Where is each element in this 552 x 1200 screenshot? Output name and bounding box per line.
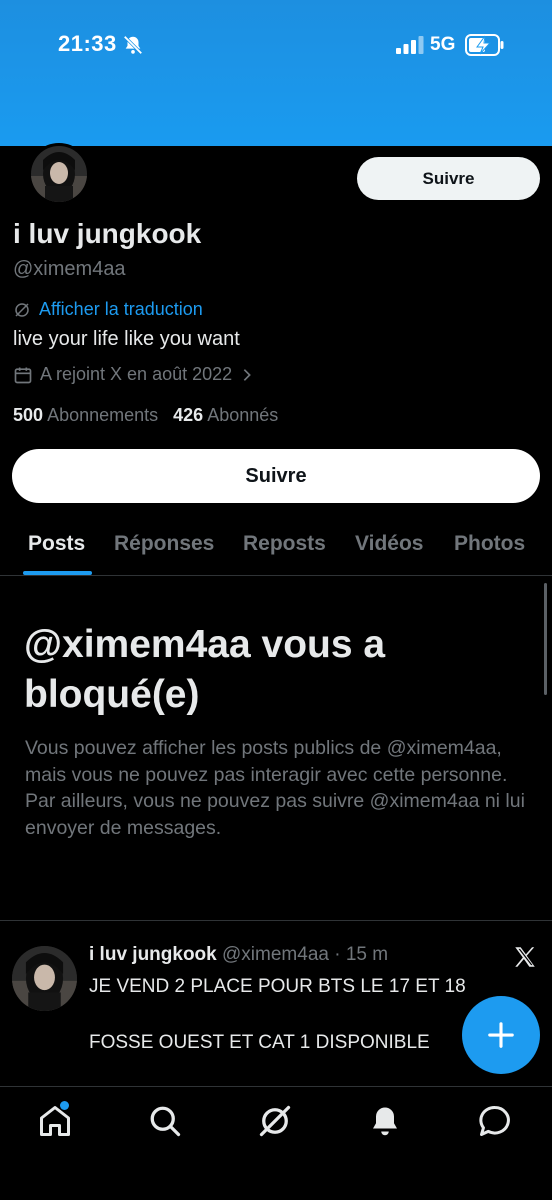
profile-tabs: Posts Réponses Reposts Vidéos Photos	[0, 520, 552, 576]
tab-photos[interactable]: Photos	[454, 532, 525, 556]
profile-handle: @ximem4aa	[13, 258, 126, 280]
x-logo-icon	[515, 947, 535, 967]
blocked-title: @ximem4aa vous a bloqué(e)	[24, 623, 386, 716]
following-stat[interactable]: 500 Abonnements	[13, 405, 158, 426]
joined-date[interactable]: A rejoint X en août 2022	[13, 364, 255, 385]
bottom-navigation	[0, 1086, 552, 1200]
post-avatar[interactable]	[12, 946, 77, 1011]
profile-display-name: i luv jungkook	[13, 218, 202, 249]
signal-icon	[396, 36, 424, 54]
messages-icon	[479, 1106, 510, 1136]
nav-search[interactable]	[147, 1103, 183, 1139]
nav-grok[interactable]	[257, 1103, 293, 1139]
post-header: i luv jungkook @ximem4aa · 15 m	[89, 944, 388, 966]
tab-videos[interactable]: Vidéos	[355, 532, 423, 556]
plus-icon	[488, 1022, 514, 1048]
status-bar: 21:33 5G	[0, 0, 552, 146]
divider	[0, 920, 552, 921]
following-count: 500	[13, 405, 44, 425]
followers-label: Abonnés	[207, 405, 279, 425]
status-time: 21:33	[58, 31, 117, 56]
battery-charging-icon	[465, 34, 504, 56]
avatar-image	[12, 946, 77, 1011]
post-author-name[interactable]: i luv jungkook	[89, 944, 217, 965]
post-author-handle[interactable]: @ximem4aa	[222, 944, 329, 965]
active-tab-indicator	[23, 571, 92, 575]
post-time: 15 m	[345, 944, 389, 965]
nav-messages[interactable]	[477, 1103, 513, 1139]
chevron-right-icon	[243, 368, 252, 381]
followers-count: 426	[173, 405, 204, 425]
translate-icon	[15, 302, 29, 317]
avatar-image	[31, 146, 87, 202]
search-icon	[150, 1106, 181, 1137]
translate-link[interactable]: Afficher la traduction	[13, 299, 203, 320]
notifications-bell-icon	[373, 1107, 397, 1136]
home-notification-dot	[60, 1101, 69, 1110]
post-text-line1: JE VEND 2 PLACE POUR BTS LE 17 ET 18	[89, 976, 466, 997]
bell-off-icon	[123, 35, 143, 55]
post-separator: ·	[334, 944, 341, 965]
tab-reposts[interactable]: Reposts	[243, 532, 326, 556]
blocked-description: Vous pouvez afficher les posts publics d…	[25, 737, 525, 839]
profile-avatar[interactable]	[28, 143, 90, 205]
follow-button-top[interactable]: Suivre	[357, 157, 540, 200]
post-text-line2: FOSSE OUEST ET CAT 1 DISPONIBLE	[89, 1032, 430, 1053]
followers-stat[interactable]: 426 Abonnés	[173, 405, 278, 426]
following-label: Abonnements	[47, 405, 159, 425]
profile-bio: live your life like you want	[13, 328, 240, 350]
tab-posts[interactable]: Posts	[28, 532, 85, 556]
compose-button[interactable]	[462, 996, 540, 1074]
scrollbar[interactable]	[544, 583, 547, 695]
follow-button-wide[interactable]: Suivre	[12, 449, 540, 503]
follow-stats: 500 Abonnements 426 Abonnés	[13, 405, 278, 426]
grok-icon	[259, 1105, 291, 1137]
network-label: 5G	[430, 34, 456, 55]
nav-notifications[interactable]	[367, 1103, 403, 1139]
translate-label: Afficher la traduction	[39, 299, 203, 319]
tab-replies[interactable]: Réponses	[114, 532, 214, 556]
joined-label: A rejoint X en août 2022	[40, 364, 233, 384]
calendar-icon	[14, 367, 32, 383]
